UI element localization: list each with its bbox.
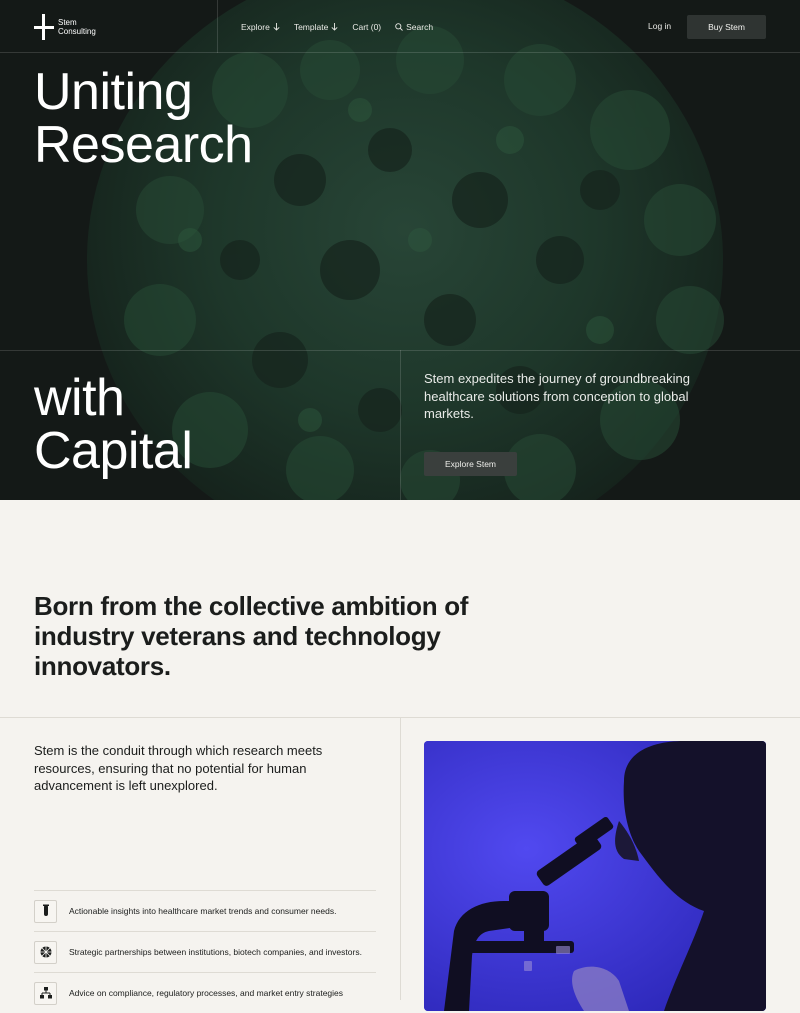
brand-name: Stem Consulting (58, 18, 96, 36)
hero-vertical-divider (400, 350, 401, 500)
about-divider (400, 718, 401, 1000)
search-icon (395, 22, 403, 31)
nav-template-label: Template (293, 21, 329, 32)
hero-section: Stem Consulting Explore Template Cart (0… (0, 0, 800, 500)
feature-item: Advice on compliance, regulatory process… (34, 972, 376, 1013)
hero-heading-line: Capital (34, 422, 193, 480)
arrow-down-icon (331, 22, 338, 31)
explore-stem-button[interactable]: Explore Stem (424, 452, 517, 476)
scientist-microscope-image (424, 741, 766, 1011)
intro-heading: Born from the collective ambition of ind… (34, 591, 469, 681)
nav-divider (217, 0, 218, 53)
feature-text: Strategic partnerships between instituti… (69, 947, 362, 957)
network-globe-icon (34, 940, 57, 964)
nav-search[interactable]: Search (395, 22, 433, 32)
feature-text: Advice on compliance, regulatory process… (69, 988, 344, 998)
nav-explore[interactable]: Explore (241, 22, 280, 32)
hero-heading-line: Research (34, 116, 253, 174)
nav-template[interactable]: Template (294, 22, 339, 32)
feature-item: Strategic partnerships between instituti… (34, 931, 376, 972)
login-link[interactable]: Log in (648, 21, 671, 31)
stem-logo-icon (34, 14, 54, 40)
test-tube-icon (34, 899, 57, 923)
brand-name-line1: Stem (58, 18, 77, 27)
hero-heading-line: with (34, 369, 125, 427)
hierarchy-icon (34, 981, 57, 1005)
hero-heading-top: Uniting Research (34, 66, 253, 172)
scientist-microscope-photo (424, 741, 766, 1011)
feature-item: Actionable insights into healthcare mark… (34, 890, 376, 931)
feature-text: Actionable insights into healthcare mark… (69, 906, 337, 916)
intro-section: Born from the collective ambition of ind… (0, 500, 800, 718)
hero-description: Stem expedites the journey of groundbrea… (424, 371, 690, 421)
nav-search-label: Search (406, 21, 434, 32)
arrow-down-icon (273, 22, 280, 31)
hero-heading-line: Uniting (34, 63, 193, 121)
about-section: Stem is the conduit through which resear… (0, 718, 800, 1011)
brand-name-line2: Consulting (58, 27, 96, 36)
brand-logo[interactable]: Stem Consulting (34, 14, 96, 40)
buy-stem-button[interactable]: Buy Stem (687, 15, 766, 39)
nav-explore-label: Explore (241, 21, 270, 32)
about-text: Stem is the conduit through which resear… (34, 743, 323, 793)
top-navigation: Stem Consulting Explore Template Cart (0… (0, 0, 800, 53)
nav-cart[interactable]: Cart (0) (352, 22, 381, 32)
hero-heading-bottom: with Capital (34, 369, 193, 480)
feature-list: Actionable insights into healthcare mark… (34, 890, 376, 1013)
nav-links: Explore Template Cart (0) Search (241, 0, 433, 53)
nav-cart-label: Cart (0) (352, 21, 382, 32)
